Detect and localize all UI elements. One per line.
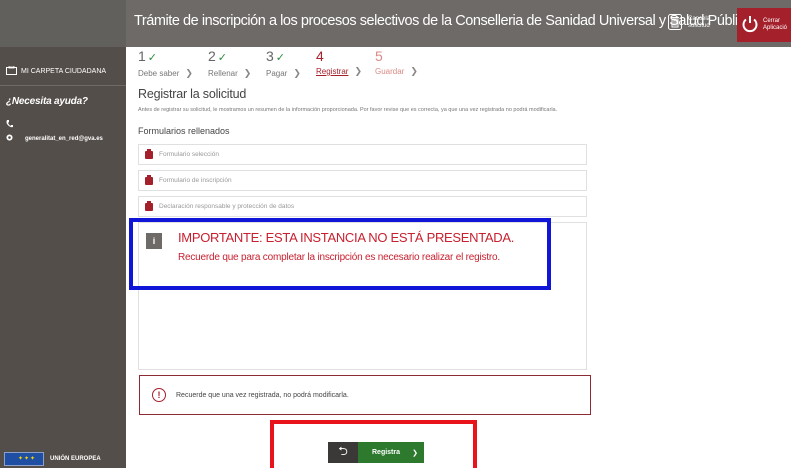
power-icon [741,15,759,36]
exclamation-circle-icon: ! [152,388,166,402]
eu-label: UNIÓN EUROPEA [50,456,101,462]
step-5[interactable]: 5 Guardar ❯ [375,47,418,77]
email-row[interactable]: generalitat_en_red@gva.es [6,134,103,143]
form-item-label: Formulario de inscripción [159,177,232,184]
form-item-label: Formulario selección [159,151,219,158]
notice-heading: IMPORTANTE: ESTA INSTANCIA NO ESTÁ PRESE… [178,230,515,245]
warning-text: Recuerde que una vez registrada, no podr… [176,391,349,399]
chevron-right-icon: ❯ [412,449,418,457]
check-icon: ✓ [147,52,158,64]
step-3[interactable]: 3 ✓ Pagar ❯ [266,47,301,79]
check-icon: ✓ [275,52,286,64]
form-item-label: Declaración responsable y protección de … [159,203,295,210]
help-email[interactable]: generalitat_en_red@gva.es [25,136,103,142]
document-icon [145,174,153,185]
document-icon [145,200,153,211]
section-title: Registrar la solicitud [138,87,247,101]
page-title: Trámite de inscripción a los procesos se… [134,13,753,29]
register-label: Registra [372,449,401,456]
phone-row [6,120,13,130]
eu-flag-icon: ✦✦✦ [4,452,44,466]
intro-text: Antes de registrar su solicitud, le most… [138,107,558,113]
step-1[interactable]: 1 ✓ Debe saber ❯ [138,47,193,79]
forms-title: Formularios rellenados [138,126,230,136]
step-4[interactable]: 4 Registrar ❯ [316,47,362,77]
back-arrow-icon: ⮌ [338,444,348,458]
sidebar-divider [0,85,126,86]
phone-icon [6,120,13,130]
warning-box: ! Recuerde que una vez registrada, no po… [139,375,591,415]
globe-icon [6,134,13,143]
eu-logo: ✦✦✦ UNIÓN EUROPEA [4,450,122,468]
register-button[interactable]: Registra ❯ [358,442,424,463]
app-header: Trámite de inscripción a los procesos se… [126,0,791,47]
form-item-selection[interactable]: Formulario selección [138,144,587,165]
info-icon: i [146,233,162,249]
sidebar: MI CARPETA CIUDADANA ¿Necesita ayuda? ge… [0,0,126,468]
trash-icon [668,13,682,33]
folder-icon [6,65,17,77]
form-item-declaration[interactable]: Declaración responsable y protección de … [138,196,587,217]
close-label: Cerrar Aplicació [763,18,788,31]
my-folder-link[interactable]: MI CARPETA CIUDADANA [6,65,107,77]
cancel-label: Cancela solicitud [688,16,711,29]
my-folder-label: MI CARPETA CIUDADANA [21,68,107,75]
step-2[interactable]: 2 ✓ Rellenar ❯ [208,47,251,79]
document-icon [145,148,153,159]
check-icon: ✓ [217,52,228,64]
back-button[interactable]: ⮌ [328,442,358,463]
form-item-inscription[interactable]: Formulario de inscripción [138,170,587,191]
sidebar-header [0,0,126,47]
close-app-button[interactable]: Cerrar Aplicació [737,8,791,42]
notice-body: Recuerde que para completar la inscripci… [178,252,500,263]
cancel-request-button[interactable]: Cancela solicitud [668,10,710,36]
help-title: ¿Necesita ayuda? [6,96,88,107]
